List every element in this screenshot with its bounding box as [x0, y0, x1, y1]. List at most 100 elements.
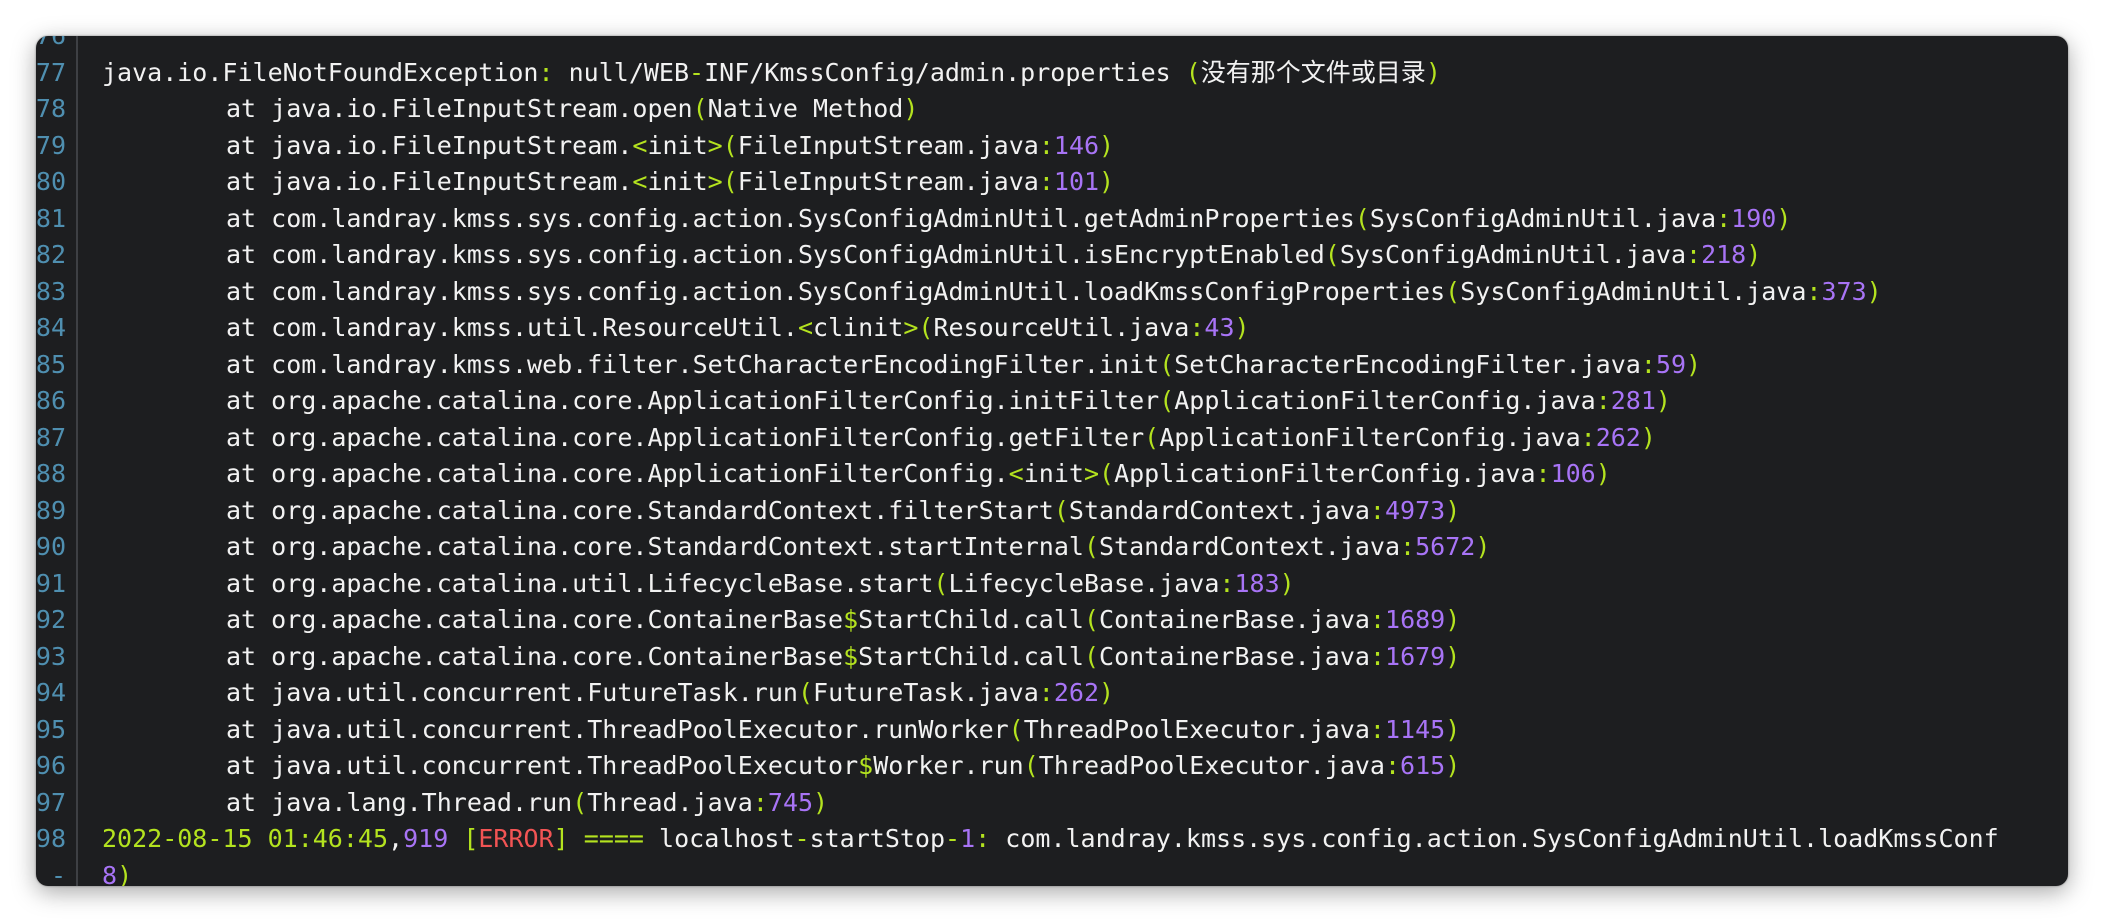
punctuation: - — [794, 824, 810, 853]
frame-file: StandardContext.java — [1099, 532, 1401, 561]
punctuation: : — [1535, 459, 1551, 488]
punctuation: - — [945, 824, 961, 853]
log-thread: localhost — [659, 824, 795, 853]
frame-method: com.landray.kmss.sys.config.action.SysCo… — [271, 240, 1325, 269]
frame-method: java.lang.Thread.run — [271, 787, 573, 817]
punctuation: ( — [1053, 495, 1069, 525]
frame-method: org.apache.catalina.core.ApplicationFilt… — [271, 386, 1160, 415]
frame-line-number: 262 — [1595, 422, 1641, 452]
punctuation: ) — [903, 94, 919, 123]
frame-at: at — [226, 167, 272, 196]
punctuation: ( — [1083, 605, 1100, 634]
punctuation: ) — [1445, 495, 1461, 525]
line-number: 78 — [36, 94, 66, 123]
punctuation: < — [1008, 459, 1024, 488]
stack-frame: at java.io.FileInputStream.open(Native M… — [102, 91, 918, 127]
punctuation: : — [1369, 641, 1386, 671]
frame-file: FileInputStream.java — [737, 130, 1039, 160]
line-number: 86 — [36, 386, 66, 415]
line-number: 87 — [36, 422, 66, 452]
punctuation: : — [975, 824, 991, 853]
punctuation: ( — [1008, 714, 1024, 744]
line-number: 77 — [36, 57, 66, 87]
frame-file: SetCharacterEncodingFilter.java — [1174, 349, 1641, 379]
stack-frame: at com.landray.kmss.web.filter.SetCharac… — [102, 347, 1701, 383]
punctuation: $ — [843, 605, 859, 634]
punctuation: : — [1400, 532, 1416, 561]
stack-frame: at com.landray.kmss.sys.config.action.Sy… — [102, 274, 1882, 310]
frame-special-method: init — [647, 167, 708, 196]
punctuation: ( — [1159, 349, 1175, 379]
frame-line-number: 281 — [1610, 386, 1656, 415]
punctuation: ) — [813, 787, 829, 817]
exception-class: java.io.FileNotFoundException — [102, 57, 539, 87]
stack-frame: at java.util.concurrent.FutureTask.run(F… — [102, 675, 1114, 711]
frame-file: SysConfigAdminUtil.java — [1369, 203, 1717, 233]
frame-at: at — [226, 605, 272, 634]
frame-at: at — [226, 276, 272, 306]
log-message: com.landray.kmss.sys.config.action.SysCo… — [1005, 824, 1999, 853]
punctuation: ) — [1234, 313, 1250, 342]
frame-line-number: 1689 — [1385, 605, 1446, 634]
frame-at: at — [226, 313, 272, 342]
punctuation: - — [689, 57, 705, 87]
log-date: 2022-08-15 — [102, 824, 253, 853]
punctuation: : — [1219, 568, 1235, 598]
frame-special-method: init — [1023, 459, 1084, 488]
frame-line-number: 183 — [1234, 568, 1280, 598]
frame-line-number: 615 — [1400, 751, 1446, 780]
line-number-gutter: 76 77 78 79 80 81 82 83 84 85 86 87 88 89 90 91 92 93 94 95… — [36, 36, 78, 886]
line-number: 80 — [36, 167, 66, 196]
log-level-error: ERROR — [478, 824, 554, 853]
line-number: 93 — [36, 641, 66, 671]
exception-path: INF/KmssConfig/admin.properties — [704, 57, 1186, 87]
error-log-line: 2022-08-15 01:46:45,919 [ERROR] ==== loc… — [102, 821, 1999, 857]
punctuation: > — [707, 130, 723, 160]
frame-special-method: clinit — [813, 313, 904, 342]
frame-file: ApplicationFilterConfig.java — [1174, 386, 1596, 415]
log-output[interactable]: java.io.FileNotFoundException: null/WEB-… — [102, 36, 2068, 887]
frame-line-number: 101 — [1053, 167, 1100, 196]
frame-method: StartChild.call — [858, 605, 1084, 634]
line-number: 88 — [36, 459, 66, 488]
punctuation: ( — [1445, 276, 1461, 306]
line-number: 79 — [36, 130, 66, 160]
line-number: 95 — [36, 714, 66, 744]
punctuation: > — [903, 313, 919, 342]
punctuation: [ — [463, 824, 479, 853]
frame-line-number: 43 — [1204, 313, 1235, 342]
frame-method: Worker.run — [873, 751, 1024, 780]
punctuation: ( — [1159, 386, 1175, 415]
frame-line-number: 218 — [1701, 240, 1747, 269]
frame-line-number: 1679 — [1385, 641, 1446, 671]
punctuation: : — [1384, 751, 1401, 780]
punctuation: ) — [117, 860, 133, 887]
frame-method: org.apache.catalina.core.ContainerBase — [271, 641, 844, 671]
line-number: 83 — [36, 276, 66, 306]
punctuation: > — [707, 167, 723, 196]
frame-line-number: 262 — [1053, 678, 1100, 707]
punctuation: ) — [1776, 203, 1792, 233]
frame-at: at — [226, 532, 272, 561]
stack-frame: at com.landray.kmss.util.ResourceUtil.<c… — [102, 310, 1250, 346]
stack-frame: at org.apache.catalina.core.ContainerBas… — [102, 639, 1460, 675]
punctuation: ) — [1099, 678, 1115, 707]
frame-line-number: 5672 — [1415, 532, 1476, 561]
stack-frame: at org.apache.catalina.core.StandardCont… — [102, 529, 1490, 565]
frame-at: at — [226, 714, 272, 744]
frame-method: java.util.concurrent.ThreadPoolExecutor.… — [271, 714, 1009, 744]
stack-frame: at java.lang.Thread.run(Thread.java:745) — [102, 785, 828, 821]
frame-at: at — [226, 203, 272, 233]
exception-path: null/WEB — [553, 57, 690, 87]
line-number: 82 — [36, 240, 66, 269]
punctuation: < — [632, 167, 648, 196]
stack-frame: at java.io.FileInputStream.<init>(FileIn… — [102, 128, 1114, 164]
punctuation: ) — [1640, 422, 1656, 452]
punctuation: ) — [1099, 130, 1115, 160]
punctuation: : — [1686, 240, 1702, 269]
punctuation: ) — [1595, 459, 1611, 488]
frame-file: FileInputStream.java — [737, 167, 1039, 196]
stack-frame: at org.apache.catalina.util.LifecycleBas… — [102, 566, 1295, 602]
